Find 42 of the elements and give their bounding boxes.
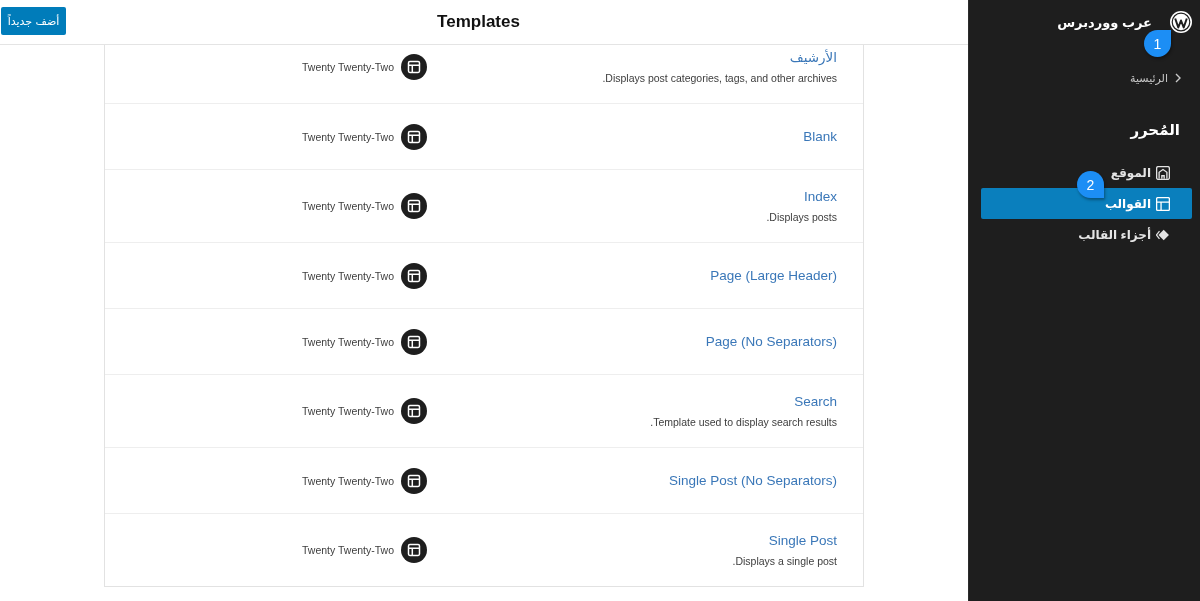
template-link[interactable]: Search (794, 393, 837, 411)
theme-name: Twenty Twenty-Two (302, 544, 394, 556)
template-link[interactable]: Blank (803, 127, 837, 146)
template-description: Displays a single post. (732, 554, 837, 568)
page-title: Templates (437, 12, 520, 32)
template-link[interactable]: الأرشيف (789, 49, 837, 67)
layout-icon (401, 262, 427, 289)
back-link[interactable]: الرئيسية (1130, 70, 1181, 86)
layout-icon (401, 123, 427, 150)
template-link[interactable]: Index (803, 188, 837, 206)
site-name: عرب ووردبرس (1057, 14, 1152, 30)
template-link[interactable]: Page (Large Header) (710, 266, 837, 285)
theme-name: Twenty Twenty-Two (302, 200, 394, 212)
template-link[interactable]: Single Post (768, 532, 837, 550)
template-link[interactable]: Single Post (No Separators) (668, 471, 837, 490)
chevron-icon (1175, 73, 1181, 83)
layout-icon (401, 328, 427, 355)
layout-icon (1156, 196, 1170, 211)
home-icon (1156, 165, 1170, 180)
theme-name: Twenty Twenty-Two (302, 405, 394, 417)
template-description: Displays posts. (766, 210, 837, 224)
diamond-icon (1156, 227, 1170, 242)
logo-icon[interactable] (1170, 11, 1192, 33)
sidebar-item[interactable]: أجزاء القالب (1078, 219, 1170, 250)
template-description: Displays post categories, tags, and other archives. (602, 71, 837, 85)
layout-icon (401, 193, 427, 219)
layout-icon (401, 467, 427, 494)
step-callout: 2 (1077, 171, 1104, 198)
step-callout: 1 (1144, 30, 1171, 57)
sidebar-item[interactable]: الموقع (1110, 157, 1170, 188)
theme-name: Twenty Twenty-Two (302, 130, 394, 143)
layout-icon (401, 537, 427, 563)
theme-name: Twenty Twenty-Two (302, 474, 394, 487)
layout-icon (401, 54, 427, 80)
layout-icon (401, 398, 427, 424)
add-new-button[interactable]: أضف جديداً (1, 7, 66, 35)
theme-name: Twenty Twenty-Two (302, 335, 394, 348)
theme-name: Twenty Twenty-Two (302, 61, 394, 73)
template-link[interactable]: Page (No Separators) (705, 332, 837, 351)
section-heading: المُحرر (1129, 120, 1180, 140)
theme-name: Twenty Twenty-Two (302, 269, 394, 282)
template-description: Template used to display search results. (650, 415, 837, 429)
